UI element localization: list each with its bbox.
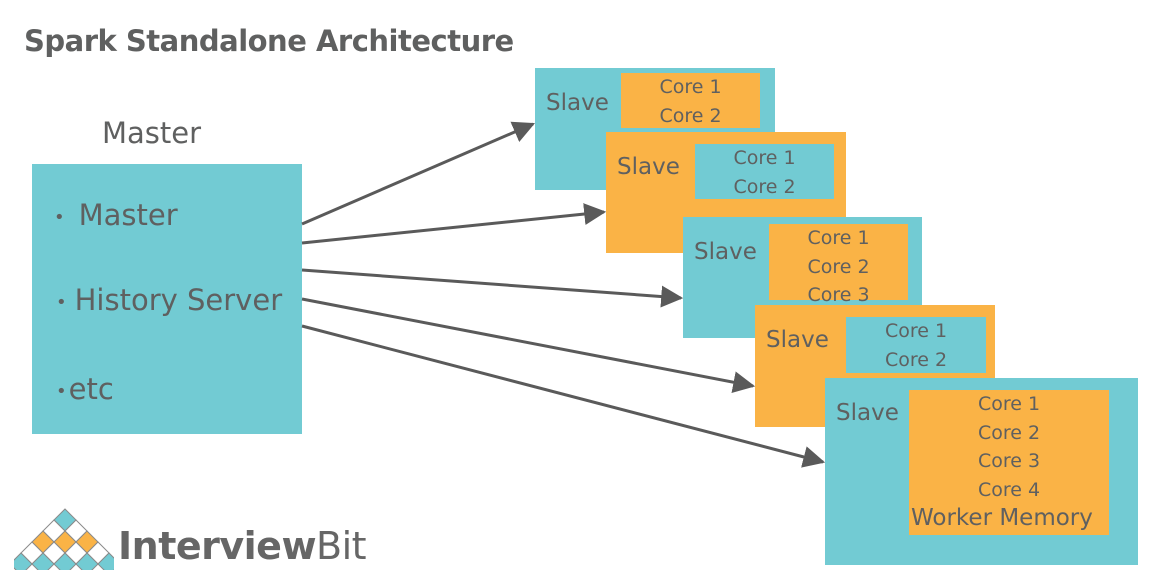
arrow-master-to-slave-2	[301, 203, 607, 245]
logo-text-light: Bit	[316, 524, 367, 568]
arrow-master-to-slave-1	[301, 121, 536, 226]
logo-text-bold: Interview	[118, 524, 317, 568]
interviewbit-logo-text: InterviewBit	[118, 524, 367, 568]
arrow-master-to-slave-3	[301, 268, 684, 308]
interviewbit-logo-icon	[14, 508, 114, 570]
connection-arrows	[301, 121, 826, 468]
arrow-master-to-slave-5	[301, 324, 826, 468]
